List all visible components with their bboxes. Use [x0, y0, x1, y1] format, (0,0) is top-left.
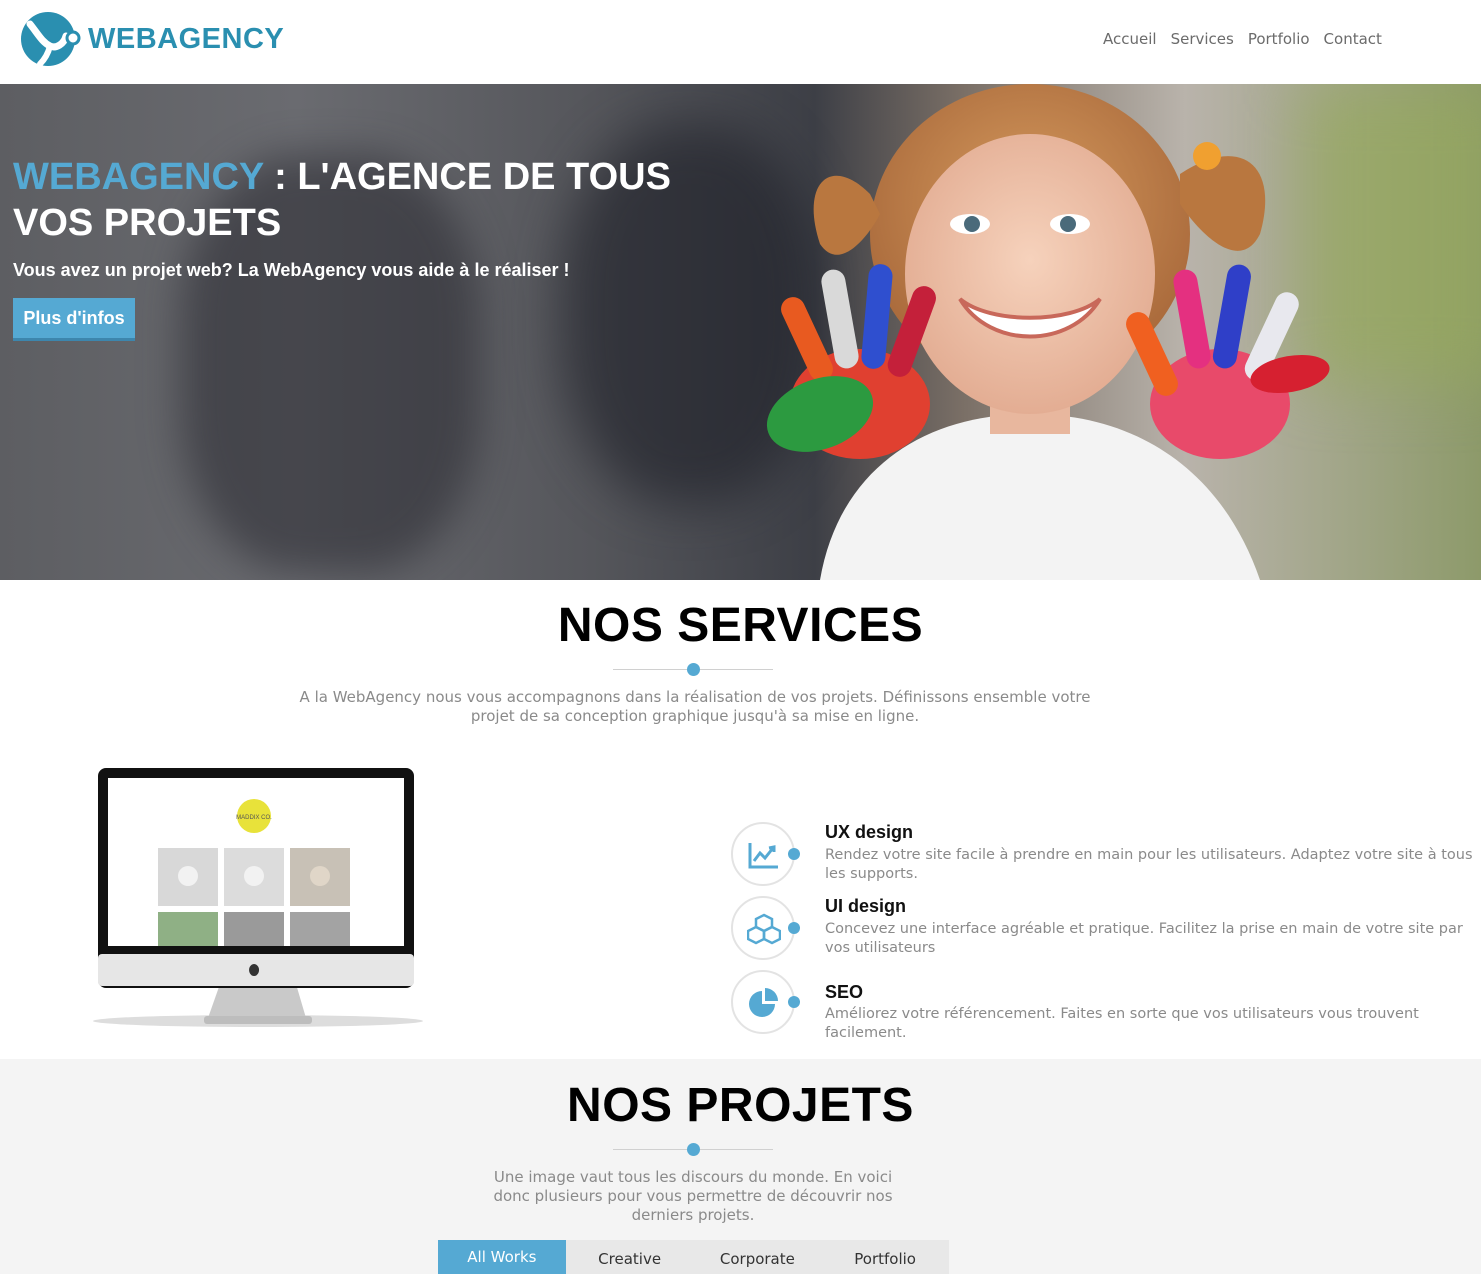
- hero-girl-painted-hands-image: [766, 84, 1330, 580]
- hero-title-accent: WEBAGENCY: [13, 156, 264, 198]
- monitor-screen-logo: MADDIX CO.: [236, 815, 272, 821]
- logo-mark-icon: [20, 8, 82, 70]
- filter-portfolio[interactable]: Portfolio: [821, 1240, 949, 1274]
- nav-contact[interactable]: Contact: [1324, 30, 1382, 48]
- imac-mockup-image: MADDIX CO.: [93, 768, 423, 1027]
- hero-subtitle: Vous avez un projet web? La WebAgency vo…: [13, 260, 570, 280]
- service-title: UX design: [825, 822, 914, 842]
- services-description: A la WebAgency nous vous accompagnons da…: [299, 688, 1091, 725]
- site-header: WEBAGENCY Accueil Services Portfolio Con…: [0, 0, 1481, 84]
- nav-portfolio[interactable]: Portfolio: [1248, 30, 1310, 48]
- more-info-button[interactable]: Plus d'infos: [13, 298, 135, 338]
- nav-accueil[interactable]: Accueil: [1103, 30, 1157, 48]
- filter-all-works[interactable]: All Works: [438, 1240, 566, 1274]
- nav-services[interactable]: Services: [1171, 30, 1234, 48]
- brand-logo[interactable]: WEBAGENCY: [20, 8, 284, 70]
- service-title: SEO: [825, 982, 864, 1002]
- service-title: UI design: [825, 896, 907, 916]
- main-nav: Accueil Services Portfolio Contact: [1103, 30, 1396, 48]
- cubes-icon: [747, 913, 781, 945]
- projects-description: Une image vaut tous les discours du mond…: [493, 1168, 893, 1224]
- project-filters: All Works Creative Corporate Portfolio: [438, 1240, 949, 1274]
- service-text: Concevez une interface agréable et prati…: [825, 921, 1463, 956]
- services-separator: [613, 663, 773, 677]
- service-text: Améliorez votre référencement. Faites en…: [825, 1006, 1419, 1041]
- filter-corporate[interactable]: Corporate: [694, 1240, 822, 1274]
- filter-creative[interactable]: Creative: [566, 1240, 694, 1274]
- services-title: NOS SERVICES: [557, 599, 924, 652]
- service-text: Rendez votre site facile à prendre en ma…: [825, 847, 1473, 882]
- chart-icon: [748, 843, 778, 869]
- pie-chart-icon: [749, 988, 778, 1017]
- hero-title: WEBAGENCY : L'AGENCE DE TOUS VOS PROJETS: [13, 154, 733, 246]
- projects-separator: [613, 1143, 773, 1157]
- projects-title: NOS PROJETS: [567, 1079, 914, 1132]
- brand-name: WEBAGENCY: [88, 22, 285, 55]
- hero-banner: WEBAGENCY : L'AGENCE DE TOUS VOS PROJETS…: [0, 84, 1481, 580]
